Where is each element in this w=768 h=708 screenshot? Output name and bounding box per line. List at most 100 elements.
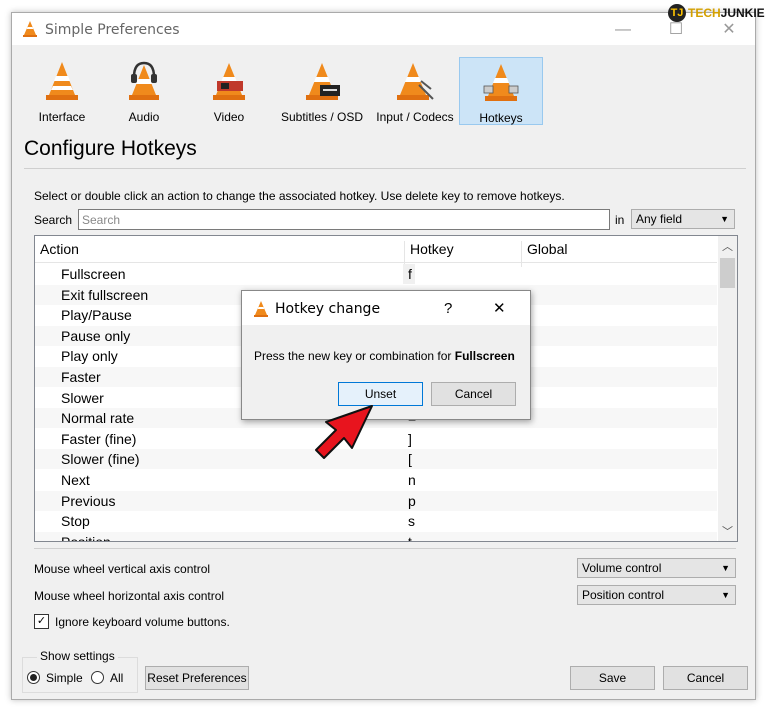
action-cell: Faster	[61, 369, 101, 385]
window-title: Simple Preferences	[45, 22, 180, 38]
show-settings-group: Show settings Simple All	[22, 649, 138, 693]
clapper-cone-icon	[213, 63, 245, 100]
page-title: Configure Hotkeys	[24, 137, 197, 160]
action-cell: Pause only	[61, 327, 131, 344]
table-row[interactable]: Fullscreen f	[35, 264, 717, 284]
codecs-cone-icon	[397, 63, 434, 100]
scrollbar-thumb[interactable]	[720, 258, 735, 288]
watermark-text-2: JUNKIE	[720, 6, 765, 20]
wheel-horizontal-label: Mouse wheel horizontal axis control	[34, 589, 225, 603]
show-settings-label: Show settings	[37, 649, 118, 663]
tab-hotkeys-label: Hotkeys	[479, 111, 523, 125]
tab-input-codecs-label: Input / Codecs	[376, 110, 454, 124]
chevron-down-icon: ▼	[720, 214, 729, 224]
action-cell: Fullscreen	[61, 266, 126, 282]
watermark-logo: TJ	[668, 4, 686, 22]
action-cell: Previous	[61, 492, 116, 509]
action-cell: Normal rate	[61, 410, 135, 427]
tab-subtitles-osd[interactable]: Subtitles / OSD	[274, 57, 370, 124]
ignore-volume-label: Ignore keyboard volume buttons.	[55, 615, 230, 629]
radio-all[interactable]	[91, 671, 104, 684]
watermark-text-1: TECH	[688, 6, 721, 20]
hotkey-cell: p	[408, 492, 416, 509]
vertical-scrollbar[interactable]: ︿ ﹀	[718, 236, 737, 541]
action-cell: Play only	[61, 348, 118, 365]
help-button[interactable]: ?	[444, 300, 452, 317]
table-row[interactable]: Stop s	[35, 511, 717, 531]
wheel-vertical-label: Mouse wheel vertical axis control	[34, 562, 211, 576]
dialog-title-bar: Hotkey change ? ✕	[242, 291, 530, 325]
wheel-horizontal-select[interactable]: Position control ▼	[577, 585, 736, 605]
wheel-vertical-select[interactable]: Volume control ▼	[577, 558, 736, 578]
dialog-title: Hotkey change	[275, 301, 381, 317]
tab-hotkeys[interactable]: Hotkeys	[459, 57, 543, 125]
instructions-text: Select or double click an action to chan…	[34, 189, 565, 203]
red-arrow-annotation	[315, 405, 373, 459]
techjunkie-watermark: TJ TECH JUNKIE	[668, 4, 765, 22]
save-button[interactable]: Save	[570, 666, 655, 690]
chevron-down-icon: ▼	[721, 590, 730, 600]
vlc-cone-icon	[23, 21, 37, 37]
dialog-close-button[interactable]: ✕	[493, 299, 506, 317]
radio-simple-label: Simple	[46, 671, 83, 685]
tab-video-label: Video	[213, 110, 245, 124]
check-icon: ✓	[36, 615, 47, 627]
ignore-volume-checkbox[interactable]: ✓	[34, 614, 49, 629]
wheel-horizontal-value: Position control	[582, 588, 665, 602]
tab-interface-label: Interface	[38, 110, 86, 124]
hotkey-cell: [	[408, 451, 412, 468]
hotkey-cell: ]	[408, 430, 412, 447]
action-cell: Slower (fine)	[61, 451, 140, 468]
field-select[interactable]: Any field ▼	[631, 209, 735, 229]
close-button[interactable]: ✕	[714, 19, 744, 41]
tab-audio[interactable]: Audio	[114, 57, 174, 124]
action-cell: Exit fullscreen	[61, 286, 149, 303]
scroll-down-icon[interactable]: ﹀	[718, 523, 737, 539]
hotkey-cell: t	[408, 533, 412, 542]
scroll-up-icon[interactable]: ︿	[718, 238, 737, 254]
search-field[interactable]	[78, 209, 610, 230]
action-cell: Faster (fine)	[61, 430, 137, 447]
tab-input-codecs[interactable]: Input / Codecs	[372, 57, 458, 124]
dialog-action-name: Fullscreen	[454, 349, 515, 363]
maximize-button[interactable]: ☐	[661, 19, 691, 41]
cone-icon	[46, 62, 78, 100]
dialog-message: Press the new key or combination for Ful…	[254, 349, 515, 363]
tab-video[interactable]: Video	[202, 57, 256, 124]
column-global[interactable]: Global	[527, 241, 567, 257]
hotkey-cell: n	[408, 472, 416, 488]
minimize-button[interactable]: —	[608, 19, 638, 41]
radio-all-label: All	[110, 671, 124, 685]
tab-subtitles-osd-label: Subtitles / OSD	[280, 110, 364, 124]
table-row[interactable]: Previous p	[35, 490, 717, 511]
in-label: in	[615, 213, 625, 227]
search-input[interactable]	[79, 210, 609, 229]
cancel-button[interactable]: Cancel	[663, 666, 748, 690]
hotkey-cell: f	[408, 266, 412, 282]
hotkeys-cone-icon	[483, 64, 519, 101]
table-row[interactable]: Position t	[35, 531, 717, 542]
table-row[interactable]: Next n	[35, 470, 717, 490]
action-cell: Slower	[61, 389, 104, 406]
column-hotkey[interactable]: Hotkey	[410, 241, 454, 257]
tab-audio-label: Audio	[128, 110, 160, 124]
field-select-value: Any field	[636, 212, 683, 226]
action-cell: Next	[61, 472, 90, 488]
tab-interface[interactable]: Interface	[28, 57, 96, 124]
column-action[interactable]: Action	[40, 241, 79, 257]
reset-preferences-button[interactable]: Reset Preferences	[145, 666, 249, 690]
radio-simple[interactable]	[27, 671, 40, 684]
table-header: Action Hotkey Global	[35, 236, 717, 267]
wheel-vertical-value: Volume control	[582, 561, 662, 575]
vlc-cone-icon	[254, 301, 268, 317]
chevron-down-icon: ▼	[721, 563, 730, 573]
hotkey-change-dialog: Hotkey change ? ✕ Press the new key or c…	[241, 290, 531, 420]
subtitles-cone-icon	[306, 63, 340, 100]
action-cell: Stop	[61, 513, 90, 530]
dialog-message-text: Press the new key or combination for	[254, 349, 455, 363]
action-cell: Position	[61, 533, 111, 542]
dialog-cancel-button[interactable]: Cancel	[431, 382, 516, 406]
hotkey-cell: s	[408, 513, 415, 530]
unset-button[interactable]: Unset	[338, 382, 423, 406]
headphones-cone-icon	[129, 61, 159, 100]
